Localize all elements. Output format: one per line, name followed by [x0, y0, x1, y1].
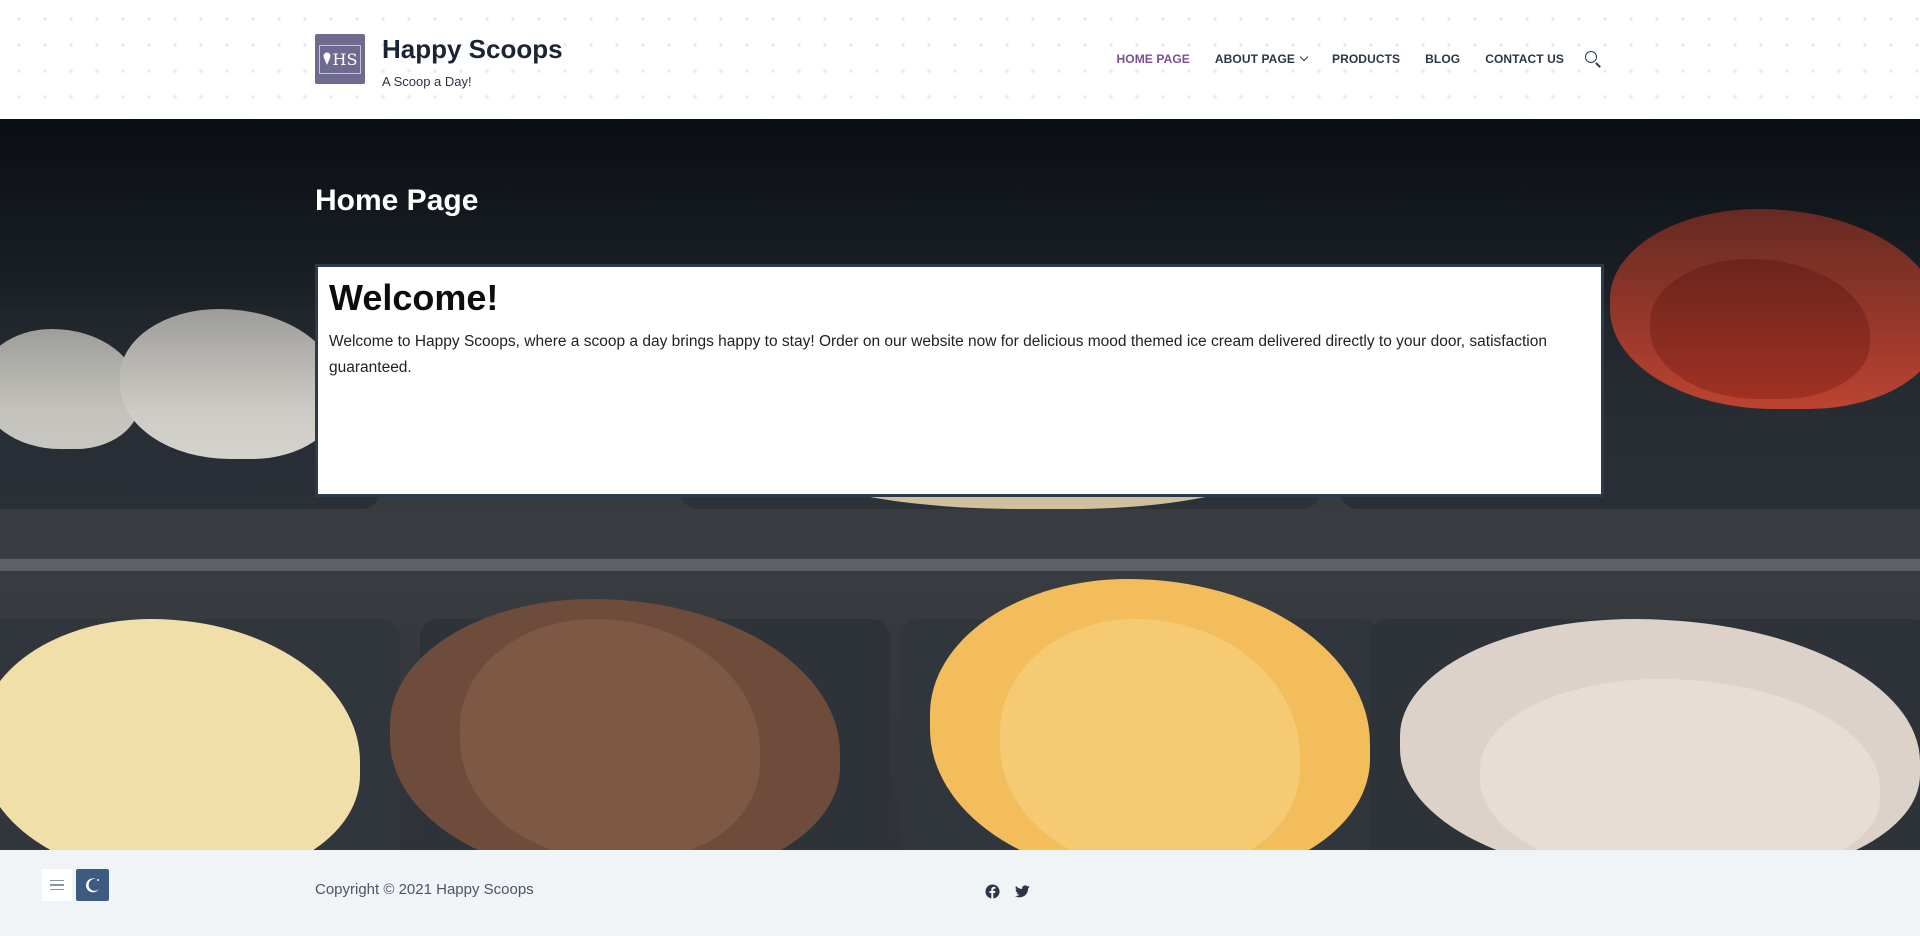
- twitter-icon[interactable]: [1014, 883, 1030, 899]
- site-tagline: A Scoop a Day!: [382, 74, 472, 89]
- nav-about-page[interactable]: ABOUT PAGE: [1214, 52, 1309, 66]
- nav-label: CONTACT US: [1485, 52, 1564, 66]
- welcome-heading: Welcome!: [329, 277, 499, 318]
- site-title[interactable]: Happy Scoops: [382, 34, 563, 64]
- nav-products[interactable]: PRODUCTS: [1332, 52, 1400, 66]
- site-footer: Copyright © 2021 Happy Scoops: [0, 850, 1920, 936]
- welcome-text: Welcome to Happy Scoops, where a scoop a…: [329, 333, 1547, 376]
- nav-label: PRODUCTS: [1332, 52, 1401, 66]
- nav-label: HOME PAGE: [1116, 52, 1190, 66]
- welcome-box: Welcome! Welcome to Happy Scoops, where …: [315, 264, 1604, 497]
- chevron-down-icon: [1299, 52, 1309, 62]
- floating-tools: [42, 869, 109, 901]
- search-icon[interactable]: [1584, 50, 1602, 68]
- social-links: [984, 883, 1030, 899]
- nav-contact-us[interactable]: CONTACT US: [1485, 52, 1564, 66]
- brand[interactable]: HS Happy Scoops A Scoop a Day!: [315, 34, 563, 89]
- nav-blog[interactable]: BLOG: [1425, 52, 1460, 66]
- nav-home-page[interactable]: HOME PAGE: [1117, 52, 1190, 66]
- facebook-icon[interactable]: [984, 883, 1000, 899]
- site-header: HS Happy Scoops A Scoop a Day! HOME PAGE…: [0, 0, 1920, 119]
- menu-icon[interactable]: [42, 869, 72, 901]
- ice-cream-icon: [323, 52, 331, 65]
- dark-mode-icon[interactable]: [76, 869, 109, 901]
- nav-label: ABOUT PAGE: [1214, 52, 1295, 66]
- hero-section: Home Page Welcome! Welcome to Happy Scoo…: [0, 119, 1920, 850]
- main-nav: HOME PAGE ABOUT PAGE PRODUCTS BLOG CONTA…: [1092, 50, 1602, 68]
- nav-label: BLOG: [1425, 52, 1461, 66]
- site-logo[interactable]: HS: [315, 34, 365, 84]
- logo-text: HS: [332, 49, 358, 69]
- copyright-text: Copyright © 2021 Happy Scoops: [315, 881, 534, 898]
- page-title: Home Page: [315, 184, 479, 217]
